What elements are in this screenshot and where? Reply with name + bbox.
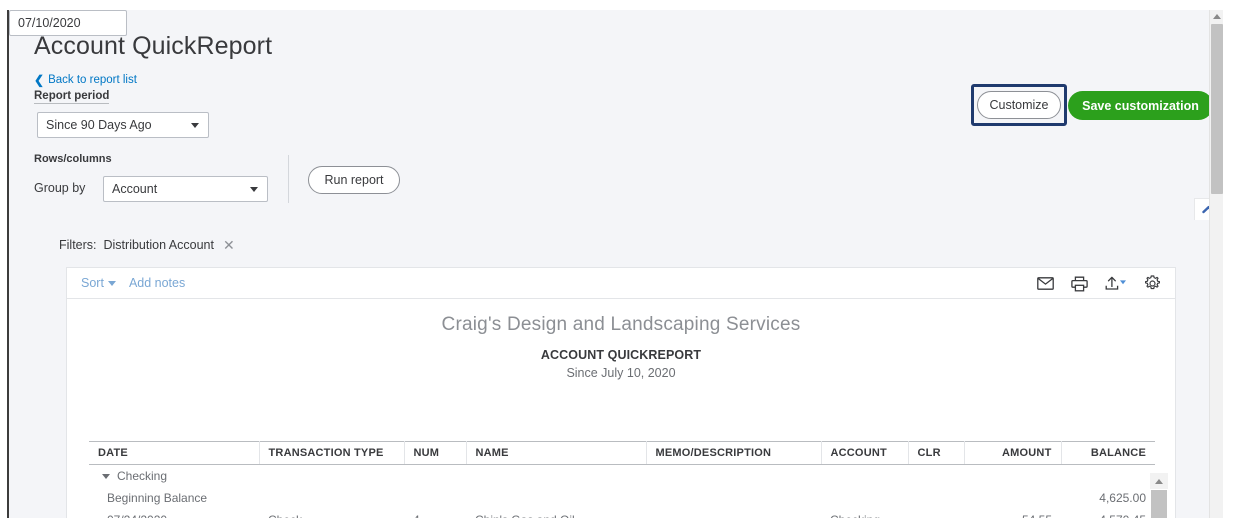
email-icon[interactable] (1037, 277, 1054, 290)
cell-transaction-type: Check (259, 509, 404, 518)
scrollbar-thumb[interactable] (1211, 24, 1223, 194)
rows-columns-label: Rows/columns (34, 153, 112, 165)
caret-down-icon (107, 280, 116, 286)
table-body: Checking Beginning Balance 4,625.00 (89, 465, 1155, 518)
filters-label: Filters: (59, 238, 97, 252)
column-header-num[interactable]: NUM (404, 441, 467, 465)
report-body: Craig's Design and Landscaping Services … (67, 299, 1175, 518)
cell-date: Beginning Balance (107, 491, 208, 505)
cell-balance: 4,570.45 (1061, 509, 1155, 518)
column-header-name[interactable]: NAME (466, 441, 647, 465)
sort-label: Sort (81, 276, 104, 290)
group-by-select[interactable]: Account (103, 176, 268, 202)
close-icon[interactable]: ✕ (223, 238, 235, 252)
back-link-label: Back to report list (48, 74, 137, 86)
settings-gear-icon[interactable] (1144, 275, 1161, 292)
export-icon[interactable] (1105, 276, 1127, 291)
report-toolbar-left: Sort Add notes (81, 276, 185, 290)
column-header-transaction-type[interactable]: TRANSACTION TYPE (259, 441, 405, 465)
cell-num (404, 487, 466, 509)
back-to-report-list-link[interactable]: ❮ Back to report list (34, 74, 137, 86)
customize-button[interactable]: Customize (977, 91, 1061, 119)
column-header-clr[interactable]: CLR (908, 441, 965, 465)
group-by-value: Account (112, 182, 158, 196)
scrollbar-thumb[interactable] (1151, 490, 1167, 518)
column-header-amount[interactable]: AMOUNT (964, 441, 1062, 465)
cell-num: 4 (404, 509, 466, 518)
report-table-wrapper: DATE TRANSACTION TYPE NUM NAME MEMO/DESC… (89, 441, 1155, 518)
table-group-row: Checking (89, 465, 1155, 488)
sort-button[interactable]: Sort (81, 276, 116, 290)
page-title: Account QuickReport (34, 32, 273, 60)
report-date-range: Since July 10, 2020 (566, 366, 676, 380)
report-table: DATE TRANSACTION TYPE NUM NAME MEMO/DESC… (89, 441, 1155, 518)
column-header-balance[interactable]: BALANCE (1061, 441, 1155, 465)
cell-date: 07/24/2020 (89, 509, 259, 518)
cell-balance: 4,625.00 (1099, 491, 1146, 505)
report-name: ACCOUNT QUICKREPORT (540, 348, 702, 362)
print-icon[interactable] (1071, 276, 1088, 292)
add-notes-button[interactable]: Add notes (129, 276, 185, 290)
filter-chip-distribution-account[interactable]: Distribution Account (104, 238, 214, 252)
report-card: Sort Add notes Craig's Design and Landsc… (66, 267, 1176, 518)
cell-memo (646, 487, 821, 509)
browser-viewport: Account QuickReport ❮ Back to report lis… (7, 10, 1223, 518)
company-name: Craig's Design and Landscaping Services (441, 314, 801, 335)
table-row[interactable]: Beginning Balance 4,625.00 (89, 487, 1155, 509)
cell-clr (908, 509, 964, 518)
controls-divider (288, 155, 289, 203)
cell-name: Chin's Gas and Oil (466, 509, 646, 518)
table-row[interactable]: 07/24/2020 Check 4 Chin's Gas and Oil Ch… (89, 509, 1155, 518)
page-vertical-scrollbar[interactable] (1209, 10, 1223, 518)
column-header-account[interactable]: ACCOUNT (821, 441, 909, 465)
report-heading: Craig's Design and Landscaping Services … (67, 299, 1175, 380)
cell-amount (964, 487, 1061, 509)
cell-amount: -54.55 (964, 509, 1061, 518)
table-header-row: DATE TRANSACTION TYPE NUM NAME MEMO/DESC… (89, 441, 1155, 465)
chevron-down-icon (191, 122, 199, 128)
group-row-cell: Checking (89, 465, 1155, 488)
cell-name (466, 487, 646, 509)
filters-row: Filters: Distribution Account ✕ (59, 238, 235, 252)
group-label-checking: Checking (117, 469, 168, 483)
cell-transaction-type (259, 487, 404, 509)
chevron-down-icon (250, 186, 258, 192)
report-date-value: 07/10/2020 (18, 16, 81, 30)
run-report-button[interactable]: Run report (308, 166, 400, 194)
chevron-left-icon: ❮ (34, 73, 45, 87)
save-customization-button[interactable]: Save customization (1068, 91, 1213, 120)
cell-account: Checking (821, 509, 908, 518)
column-header-memo[interactable]: MEMO/DESCRIPTION (646, 441, 822, 465)
table-vertical-scrollbar[interactable] (1150, 473, 1168, 518)
column-header-date[interactable]: DATE (89, 441, 260, 465)
report-toolbar: Sort Add notes (67, 268, 1175, 299)
report-toolbar-right (1037, 268, 1161, 299)
scroll-up-arrow-icon[interactable] (1150, 473, 1168, 489)
report-period-value: Since 90 Days Ago (46, 118, 152, 132)
caret-down-icon[interactable] (102, 473, 110, 479)
scroll-up-arrow-icon[interactable] (1210, 10, 1223, 23)
page-content: Account QuickReport ❮ Back to report lis… (9, 10, 1222, 518)
report-period-select[interactable]: Since 90 Days Ago (37, 112, 209, 138)
cell-clr (908, 487, 964, 509)
app-screen: Account QuickReport ❮ Back to report lis… (0, 0, 1237, 518)
cell-account (821, 487, 908, 509)
group-by-label: Group by (34, 181, 86, 195)
cell-memo (646, 509, 821, 518)
report-period-label: Report period (34, 90, 110, 104)
